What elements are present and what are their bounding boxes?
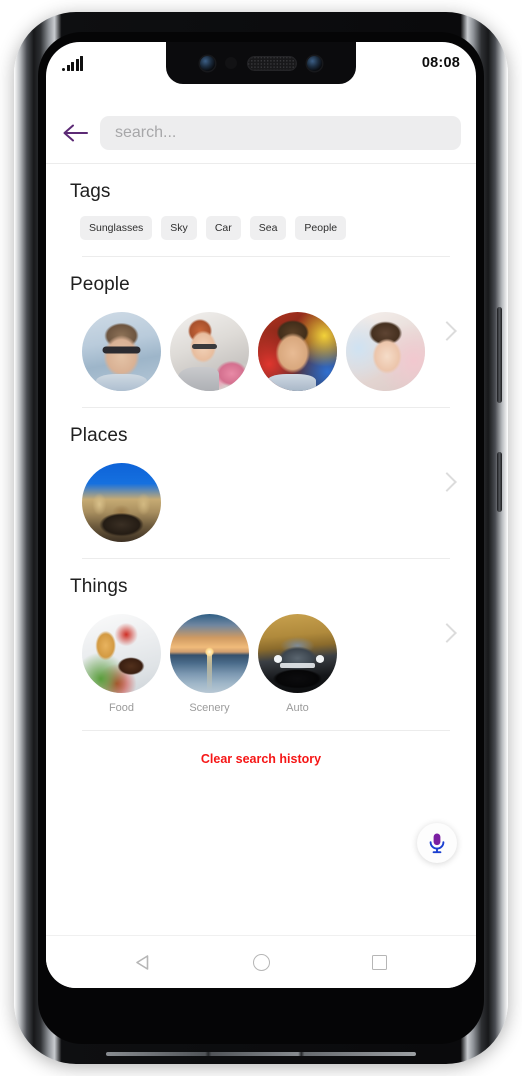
list-item[interactable]: Food bbox=[82, 614, 161, 714]
section-title-things: Things bbox=[70, 576, 128, 597]
chevron-right-icon[interactable] bbox=[437, 472, 457, 492]
list-item[interactable] bbox=[258, 312, 337, 391]
tag-chip[interactable]: Sunglasses bbox=[80, 216, 153, 240]
search-header bbox=[46, 105, 476, 160]
list-item[interactable] bbox=[170, 312, 249, 391]
list-item[interactable] bbox=[82, 312, 161, 391]
section-title-places: Places bbox=[70, 425, 128, 446]
tag-chip[interactable]: People bbox=[295, 216, 347, 240]
microphone-icon bbox=[429, 833, 445, 854]
chevron-right-icon[interactable] bbox=[437, 321, 457, 341]
places-list bbox=[46, 447, 476, 542]
display-notch bbox=[166, 42, 356, 84]
back-button[interactable] bbox=[61, 119, 89, 147]
chevron-right-icon[interactable] bbox=[437, 623, 457, 643]
things-list: Food Scenery Auto bbox=[46, 598, 476, 714]
thing-thumbnail bbox=[82, 614, 161, 693]
avatar bbox=[258, 312, 337, 391]
nav-recents-button[interactable] bbox=[359, 942, 399, 982]
place-thumbnail bbox=[82, 463, 161, 542]
section-things: Things Food Scenery Auto bbox=[46, 559, 476, 731]
status-bar-clock: 08:08 bbox=[421, 55, 460, 71]
arrow-left-icon bbox=[63, 124, 88, 141]
list-item-label: Auto bbox=[286, 702, 309, 714]
thing-thumbnail bbox=[170, 614, 249, 693]
proximity-sensor-icon bbox=[225, 57, 237, 69]
section-tags: Tags Sunglasses Sky Car Sea People bbox=[46, 164, 476, 257]
avatar bbox=[346, 312, 425, 391]
list-item[interactable] bbox=[82, 463, 161, 542]
signal-bars-icon bbox=[62, 55, 84, 71]
power-button[interactable] bbox=[497, 452, 502, 512]
nav-back-button[interactable] bbox=[123, 942, 163, 982]
tag-list: Sunglasses Sky Car Sea People bbox=[46, 203, 476, 240]
nav-recents-square-icon bbox=[371, 954, 387, 970]
avatar bbox=[82, 312, 161, 391]
list-item[interactable] bbox=[346, 312, 425, 391]
list-item[interactable]: Auto bbox=[258, 614, 337, 714]
list-item-label: Food bbox=[108, 702, 135, 714]
list-item[interactable]: Scenery bbox=[170, 614, 249, 714]
earpiece-speaker-icon bbox=[247, 55, 297, 71]
clear-history-row: Clear search history bbox=[46, 731, 476, 768]
section-people: People bbox=[46, 257, 476, 408]
tag-chip[interactable]: Car bbox=[205, 216, 241, 240]
search-input[interactable] bbox=[100, 115, 461, 150]
android-nav-bar bbox=[46, 935, 476, 988]
avatar bbox=[170, 312, 249, 391]
nav-home-button[interactable] bbox=[241, 942, 281, 982]
tag-chip[interactable]: Sky bbox=[161, 216, 197, 240]
nav-back-triangle-icon bbox=[135, 954, 148, 970]
front-camera-icon bbox=[200, 55, 215, 71]
thing-thumbnail bbox=[258, 614, 337, 693]
phone-frame: 08:08 Tags Sunglasses Sky Car bbox=[14, 12, 508, 1064]
list-item-label: Scenery bbox=[189, 702, 230, 714]
clear-search-history-button[interactable]: Clear search history bbox=[201, 752, 321, 766]
tag-chip[interactable]: Sea bbox=[249, 216, 287, 240]
section-places: Places bbox=[46, 408, 476, 559]
search-content: Tags Sunglasses Sky Car Sea People Peopl… bbox=[46, 164, 476, 935]
section-title-people: People bbox=[70, 274, 130, 295]
nav-home-circle-icon bbox=[252, 953, 270, 971]
people-list bbox=[46, 296, 476, 391]
volume-rocker-button[interactable] bbox=[497, 307, 502, 403]
front-camera-icon bbox=[307, 55, 322, 71]
bottom-speaker-grille bbox=[106, 1052, 416, 1056]
phone-screen: 08:08 Tags Sunglasses Sky Car bbox=[46, 42, 476, 988]
voice-search-button[interactable] bbox=[417, 823, 457, 863]
section-title-tags: Tags bbox=[70, 181, 111, 202]
